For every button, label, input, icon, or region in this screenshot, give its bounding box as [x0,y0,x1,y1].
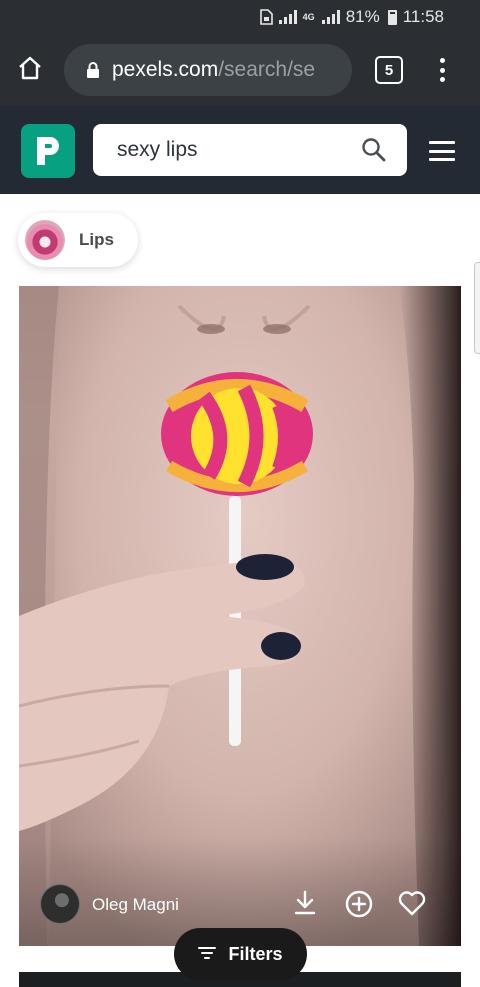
heart-icon[interactable] [398,890,428,920]
chip-label: Lips [79,230,114,249]
photo-card[interactable]: Oleg Magni [19,286,461,946]
download-icon[interactable] [293,890,323,920]
bar [429,141,455,144]
network-type: 4G [302,11,315,22]
battery-icon [387,9,397,25]
filter-lines-icon [198,944,217,965]
bar [429,158,455,161]
filters-button[interactable]: Filters [174,928,307,980]
search-icon[interactable] [361,137,387,168]
related-search-chip[interactable]: Lips [18,213,138,267]
sim-icon [259,9,273,25]
home-icon [17,55,43,86]
chip-thumbnail [25,220,65,260]
pexels-logo[interactable] [21,124,75,178]
battery-percent: 81% [345,7,380,26]
dot [439,77,445,82]
bar [429,149,455,153]
hamburger-icon[interactable] [429,141,455,161]
home-button[interactable] [0,34,60,106]
url-host: pexels.com [112,58,219,81]
site-header: sexy lips [0,106,480,194]
scrollbar[interactable] [474,262,480,354]
author-avatar[interactable] [40,884,80,924]
search-value: sexy lips [117,138,198,161]
cell-signal-icon [321,10,340,24]
dot [439,58,445,63]
browser-toolbar: pexels.com/search/se 5 [0,34,480,106]
filters-label: Filters [228,943,283,964]
wifi-signal-icon [278,10,297,24]
dot [439,67,445,73]
address-bar[interactable]: pexels.com/search/se [64,44,352,96]
browser-menu-button[interactable] [430,54,454,86]
search-input[interactable]: sexy lips [93,124,407,176]
pexels-p-icon [37,137,59,165]
status-bar: 4G 81% 11:58 [0,0,480,34]
plus-circle-icon[interactable] [345,890,375,920]
tab-switcher-button[interactable]: 5 [375,56,403,84]
clock: 11:58 [402,7,444,26]
author-name[interactable]: Oleg Magni [92,895,179,915]
url-path: /search/se [218,58,316,81]
lock-icon [86,61,100,79]
